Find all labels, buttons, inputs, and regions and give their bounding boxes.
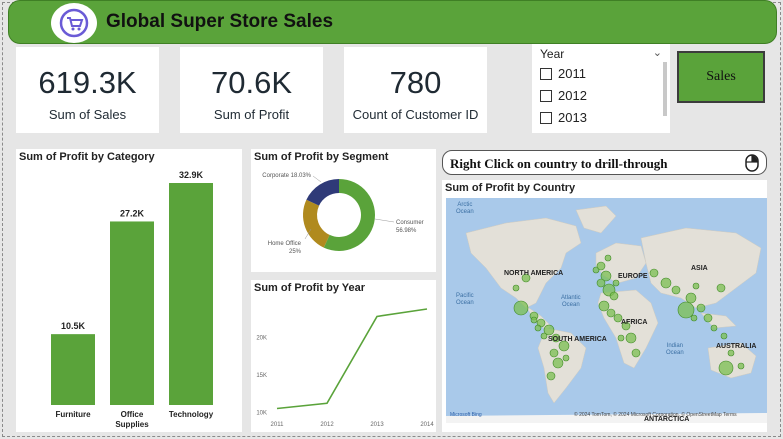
country-map-panel: Sum of Profit by Country Arctic Ocean Pa… bbox=[442, 180, 767, 432]
slicer-option-2011[interactable]: 2011 bbox=[540, 66, 586, 81]
donut-slice bbox=[303, 199, 330, 248]
y-tick-label: 15K bbox=[256, 373, 267, 379]
continent-label: NORTH AMERICA bbox=[504, 270, 564, 277]
slicer-option-label: 2011 bbox=[558, 66, 586, 81]
continent-label: EUROPE bbox=[618, 273, 648, 280]
ocean-label: Indian Ocean bbox=[666, 343, 684, 356]
bar bbox=[169, 183, 213, 405]
category-tick-label: Office bbox=[121, 410, 144, 419]
bing-logo: Microsoft Bing bbox=[450, 412, 482, 418]
bar-data-label: 10.5K bbox=[61, 321, 86, 331]
kpi-card-profit: 70.6K Sum of Profit bbox=[180, 47, 323, 133]
slicer-title: Year bbox=[540, 47, 565, 61]
continent-label: SOUTH AMERICA bbox=[548, 336, 607, 343]
y-tick-label: 20K bbox=[256, 335, 267, 341]
category-tick-label: Supplies bbox=[115, 420, 149, 429]
continent-label: ASIA bbox=[691, 265, 708, 272]
bar bbox=[51, 334, 95, 405]
kpi-card-sales: 619.3K Sum of Sales bbox=[16, 47, 159, 133]
drill-through-hint: Right Click on country to drill-through bbox=[442, 150, 767, 175]
bar-data-label: 27.2K bbox=[120, 208, 145, 218]
category-chart-panel: Sum of Profit by Category 10.5K Furniture… bbox=[16, 149, 242, 432]
slicer-option-label: 2013 bbox=[558, 110, 587, 125]
checkbox-icon[interactable] bbox=[540, 67, 552, 80]
year-line-chart: 10K 15K 20K 2011 2012 2013 2014 bbox=[256, 308, 434, 428]
drill-through-text: Right Click on country to drill-through bbox=[450, 156, 668, 171]
continent-label: AFRICA bbox=[621, 319, 648, 326]
checkbox-icon[interactable] bbox=[540, 111, 552, 124]
checkbox-icon[interactable] bbox=[540, 89, 552, 102]
y-tick-label: 10K bbox=[256, 410, 267, 416]
x-tick-label: 2013 bbox=[370, 422, 384, 428]
sales-page-button[interactable]: Sales bbox=[677, 51, 765, 103]
store-logo-icon bbox=[51, 3, 97, 43]
year-chart-panel: Sum of Profit by Year 10K 15K 20K 2011 2012 2… bbox=[251, 280, 436, 432]
label-leader bbox=[312, 175, 322, 183]
bar-data-label: 32.9K bbox=[179, 170, 204, 180]
slicer-option-2012[interactable]: 2012 bbox=[540, 88, 587, 103]
category-tick-label: Furniture bbox=[55, 410, 91, 419]
continent-label: AUSTRALIA bbox=[716, 343, 757, 350]
kpi-label: Sum of Profit bbox=[213, 107, 290, 122]
ocean-label: Pacific Ocean bbox=[456, 293, 474, 306]
donut-data-label: Home Office bbox=[268, 241, 302, 247]
chart-title: Sum of Profit by Country bbox=[445, 182, 576, 194]
kpi-value: 619.3K bbox=[38, 65, 137, 100]
kpi-value: 780 bbox=[389, 65, 442, 100]
slicer-scrollbar[interactable] bbox=[663, 62, 667, 116]
year-slicer: Year ⌄ 2011 2012 2013 bbox=[532, 44, 670, 133]
segment-chart-panel: Sum of Profit by Segment Consumer 56.98% H… bbox=[251, 149, 436, 272]
x-tick-label: 2011 bbox=[271, 422, 285, 428]
x-tick-label: 2012 bbox=[320, 422, 334, 428]
slicer-option-2013[interactable]: 2013 bbox=[540, 110, 587, 125]
label-leader bbox=[374, 218, 395, 223]
world-map[interactable]: Arctic Ocean Pacific Ocean Atlantic Ocean I… bbox=[446, 198, 767, 423]
segment-donut-chart: Consumer 56.98% Home Office 25% Corporate 18… bbox=[262, 173, 424, 255]
chevron-down-icon[interactable]: ⌄ bbox=[653, 46, 662, 59]
kpi-value: 70.6K bbox=[210, 65, 292, 100]
category-bar-chart: 10.5K Furniture 27.2K OfficeSupplies 32.9K Te… bbox=[51, 170, 214, 429]
mouse-icon bbox=[745, 154, 759, 172]
category-tick-label: Technology bbox=[169, 410, 214, 419]
donut-data-label: 56.98% bbox=[396, 228, 417, 234]
page-title: Global Super Store Sales bbox=[106, 11, 334, 32]
map-land-svg bbox=[446, 205, 767, 423]
kpi-label: Sum of Sales bbox=[48, 107, 127, 122]
kpi-card-customers: 780 Count of Customer ID bbox=[344, 47, 487, 133]
donut-data-label: Consumer bbox=[396, 220, 424, 226]
donut-slice bbox=[306, 179, 339, 206]
donut-data-label: Corporate 18.03% bbox=[262, 173, 311, 179]
ocean-label: Atlantic Ocean bbox=[561, 295, 581, 308]
bar bbox=[110, 221, 154, 405]
kpi-label: Count of Customer ID bbox=[352, 107, 479, 122]
x-tick-label: 2014 bbox=[420, 422, 434, 428]
slicer-option-label: 2012 bbox=[558, 88, 587, 103]
profit-line bbox=[276, 308, 428, 410]
map-credit[interactable]: © 2024 TomTom, © 2024 Microsoft Corporat… bbox=[574, 412, 737, 418]
header-bar: Global Super Store Sales bbox=[8, 0, 777, 44]
donut-data-label: 25% bbox=[289, 249, 302, 255]
ocean-label: Arctic Ocean bbox=[456, 202, 474, 215]
